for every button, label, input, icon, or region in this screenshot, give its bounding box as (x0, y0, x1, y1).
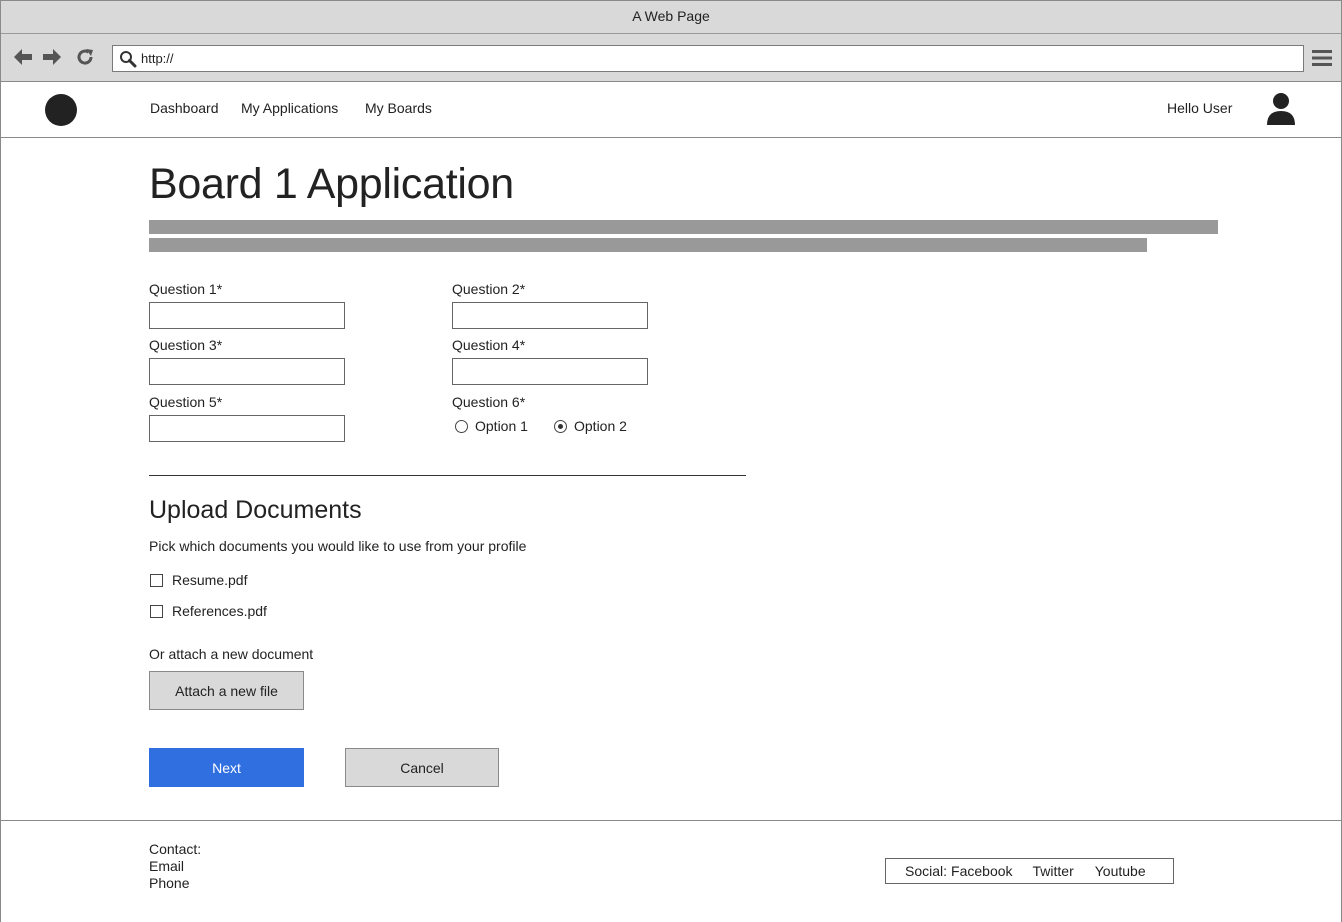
radio-unchecked-icon[interactable] (455, 419, 468, 433)
document-checkbox-references[interactable]: References.pdf (150, 603, 267, 619)
page-title: Board 1 Application (149, 160, 514, 208)
contact-email[interactable]: Email (149, 858, 201, 875)
radio-checked-icon[interactable] (554, 419, 567, 433)
question-1-input[interactable] (149, 302, 345, 329)
document-name: References.pdf (172, 603, 267, 619)
radio-option-1[interactable]: Option 1 (455, 418, 528, 434)
hamburger-menu-icon[interactable] (1311, 48, 1333, 68)
social-link-twitter[interactable]: Twitter (1033, 863, 1074, 879)
radio-option-2-label: Option 2 (574, 418, 627, 434)
browser-window: A Web Page Dashboard My Applications My … (0, 0, 1342, 922)
social-label: Social: (905, 863, 948, 879)
social-link-youtube[interactable]: Youtube (1095, 863, 1146, 879)
window-title: A Web Page (632, 8, 710, 24)
question-3-label: Question 3* (149, 337, 223, 353)
contact-heading: Contact: (149, 841, 202, 857)
user-avatar-icon[interactable] (1265, 92, 1297, 126)
window-title-bar: A Web Page (1, 1, 1341, 34)
upload-documents-heading: Upload Documents (149, 496, 362, 524)
forward-arrow-icon[interactable] (41, 46, 63, 68)
attach-file-button[interactable]: Attach a new file (149, 671, 304, 710)
nav-dashboard[interactable]: Dashboard (150, 100, 219, 116)
question-1-label: Question 1* (149, 281, 223, 297)
cancel-button[interactable]: Cancel (345, 748, 499, 787)
reload-icon[interactable] (74, 46, 96, 68)
nav-my-boards[interactable]: My Boards (365, 100, 432, 116)
document-checkbox-resume[interactable]: Resume.pdf (150, 572, 247, 588)
contact-phone[interactable]: Phone (149, 875, 201, 892)
attach-label: Or attach a new document (149, 646, 314, 662)
upload-description: Pick which documents you would like to u… (149, 538, 527, 554)
logo[interactable] (45, 94, 77, 126)
question-5-label: Question 5* (149, 394, 223, 410)
nav-my-applications[interactable]: My Applications (241, 100, 338, 116)
question-6-label: Question 6* (452, 394, 526, 410)
address-bar (1, 34, 1341, 82)
text-placeholder-line (149, 220, 1218, 234)
radio-option-1-label: Option 1 (475, 418, 528, 434)
text-placeholder-line (149, 238, 1147, 252)
document-name: Resume.pdf (172, 572, 248, 588)
section-divider (149, 475, 746, 476)
site-footer: Contact: Email Phone Social: Facebook Tw… (1, 820, 1341, 922)
next-button[interactable]: Next (149, 748, 304, 787)
main-content: Board 1 Application Question 1* Question… (1, 138, 1341, 820)
checkbox-icon[interactable] (150, 604, 163, 618)
site-header: Dashboard My Applications My Boards Hell… (1, 82, 1341, 138)
question-4-label: Question 4* (452, 337, 526, 353)
question-2-input[interactable] (452, 302, 648, 329)
contact-block: Contact: Email Phone (149, 841, 201, 892)
question-3-input[interactable] (149, 358, 345, 385)
question-2-label: Question 2* (452, 281, 526, 297)
url-input[interactable] (141, 48, 1291, 69)
social-links-box: Social: Facebook Twitter Youtube (885, 858, 1174, 884)
url-field[interactable] (112, 45, 1304, 72)
social-link-facebook[interactable]: Facebook (951, 863, 1012, 879)
back-arrow-icon[interactable] (12, 46, 34, 68)
user-greeting: Hello User (1167, 100, 1233, 116)
radio-option-2[interactable]: Option 2 (554, 418, 627, 434)
checkbox-icon[interactable] (150, 573, 163, 587)
question-4-input[interactable] (452, 358, 648, 385)
question-5-input[interactable] (149, 415, 345, 442)
search-icon (119, 50, 137, 68)
